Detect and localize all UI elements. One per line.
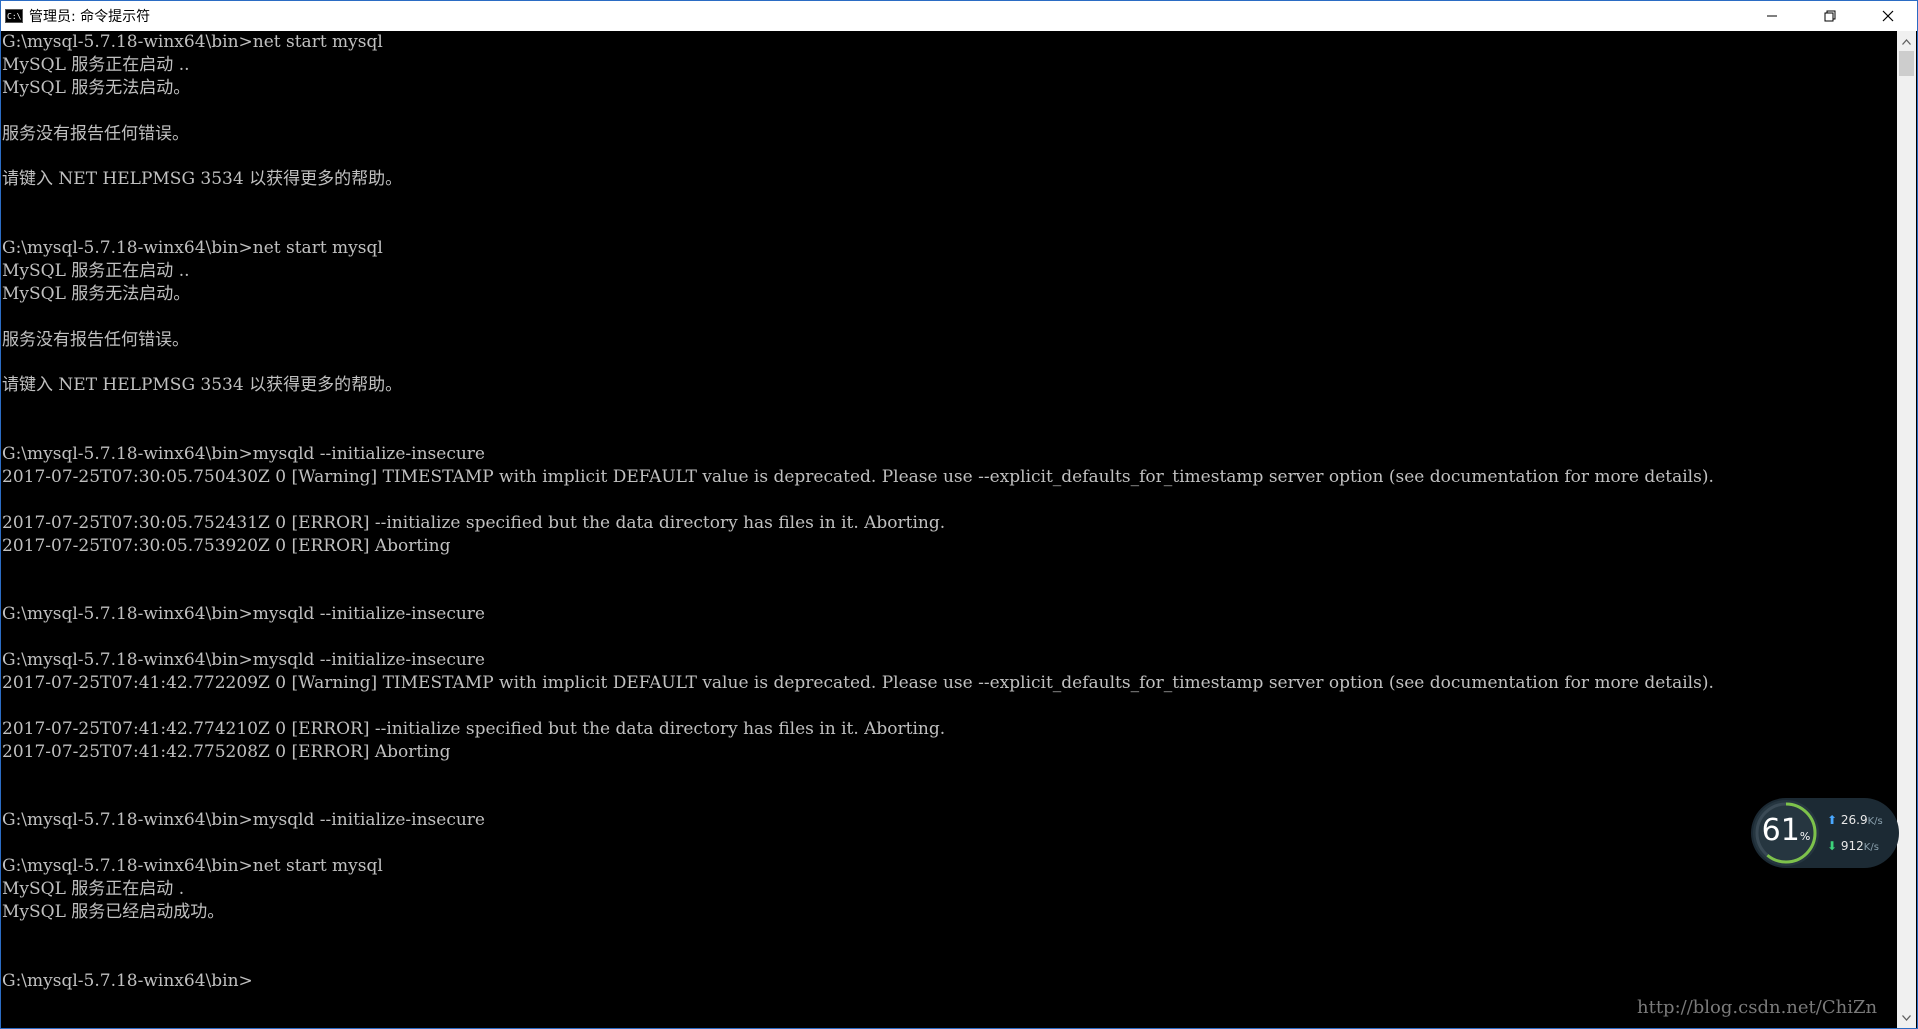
download-speed-unit: K/s (1863, 842, 1879, 853)
console-line: 服务没有报告任何错误。 (2, 329, 189, 350)
console-line: 2017-07-25T07:41:42.772209Z 0 [Warning] … (2, 672, 1714, 693)
cmd-app-icon: C:\ (5, 9, 23, 23)
scroll-up-button[interactable] (1897, 33, 1916, 50)
console-line: MySQL 服务无法启动。 (2, 77, 191, 98)
console-line: G:\mysql-5.7.18-winx64\bin> (2, 970, 253, 991)
console-line: 请键入 NET HELPMSG 3534 以获得更多的帮助。 (2, 169, 403, 190)
console-line: 2017-07-25T07:30:05.752431Z 0 [ERROR] --… (2, 512, 946, 533)
console-line: G:\mysql-5.7.18-winx64\bin>mysqld --init… (2, 650, 485, 671)
console-line: 2017-07-25T07:41:42.775208Z 0 [ERROR] Ab… (2, 741, 451, 762)
close-button[interactable] (1859, 1, 1917, 31)
download-speed: ⬇ 912K/s (1827, 839, 1879, 853)
upload-speed-unit: K/s (1867, 816, 1883, 827)
console-line: 2017-07-25T07:30:05.753920Z 0 [ERROR] Ab… (2, 535, 451, 556)
console-line: MySQL 服务正在启动 . (2, 878, 185, 899)
console-line: G:\mysql-5.7.18-winx64\bin>mysqld --init… (2, 604, 485, 625)
console-line: 2017-07-25T07:41:42.774210Z 0 [ERROR] --… (2, 718, 946, 739)
minimize-icon (1767, 15, 1777, 17)
console-line: MySQL 服务正在启动 .. (2, 260, 190, 281)
console-line: G:\mysql-5.7.18-winx64\bin>mysqld --init… (2, 810, 485, 831)
console-line: G:\mysql-5.7.18-winx64\bin>mysqld --init… (2, 444, 485, 465)
download-speed-value: 912 (1840, 839, 1864, 853)
console-line: 请键入 NET HELPMSG 3534 以获得更多的帮助。 (2, 375, 403, 396)
console-line: MySQL 服务正在启动 .. (2, 54, 190, 75)
upload-arrow-icon: ⬆ (1827, 813, 1838, 827)
blog-watermark: http://blog.csdn.net/ChiZn (1637, 997, 1878, 1018)
title-bar[interactable]: C:\ 管理员: 命令提示符 (1, 1, 1917, 31)
gauge-readout: 61% (1753, 813, 1819, 848)
chevron-down-icon (1902, 1014, 1911, 1021)
console-line: MySQL 服务无法启动。 (2, 283, 191, 304)
console-output[interactable]: G:\mysql-5.7.18-winx64\bin>net start mys… (2, 31, 1898, 1028)
restore-icon (1824, 10, 1836, 22)
usage-percent: 61 (1761, 813, 1800, 848)
upload-speed-value: 26.9 (1840, 813, 1868, 827)
scroll-down-button[interactable] (1897, 1009, 1916, 1026)
window-title: 管理员: 命令提示符 (29, 9, 151, 25)
console-line: 2017-07-25T07:30:05.750430Z 0 [Warning] … (2, 466, 1714, 487)
console-line: MySQL 服务已经启动成功。 (2, 901, 225, 922)
console-line: G:\mysql-5.7.18-winx64\bin>net start mys… (2, 856, 383, 877)
scrollbar-thumb[interactable] (1899, 51, 1914, 76)
console-line: G:\mysql-5.7.18-winx64\bin>net start mys… (2, 238, 383, 259)
console-line: G:\mysql-5.7.18-winx64\bin>net start mys… (2, 32, 383, 52)
download-arrow-icon: ⬇ (1827, 839, 1838, 853)
usage-percent-sign: % (1799, 830, 1811, 843)
minimize-button[interactable] (1743, 1, 1801, 31)
cmd-window: C:\ 管理员: 命令提示符 G:\mysql-5.7.18-winx64\bi… (0, 0, 1918, 1029)
close-icon (1882, 10, 1894, 22)
chevron-up-icon (1902, 38, 1911, 45)
restore-button[interactable] (1801, 1, 1859, 31)
upload-speed: ⬆ 26.9K/s (1827, 813, 1883, 827)
console-line: 服务没有报告任何错误。 (2, 123, 189, 144)
vertical-scrollbar[interactable] (1897, 31, 1916, 1028)
